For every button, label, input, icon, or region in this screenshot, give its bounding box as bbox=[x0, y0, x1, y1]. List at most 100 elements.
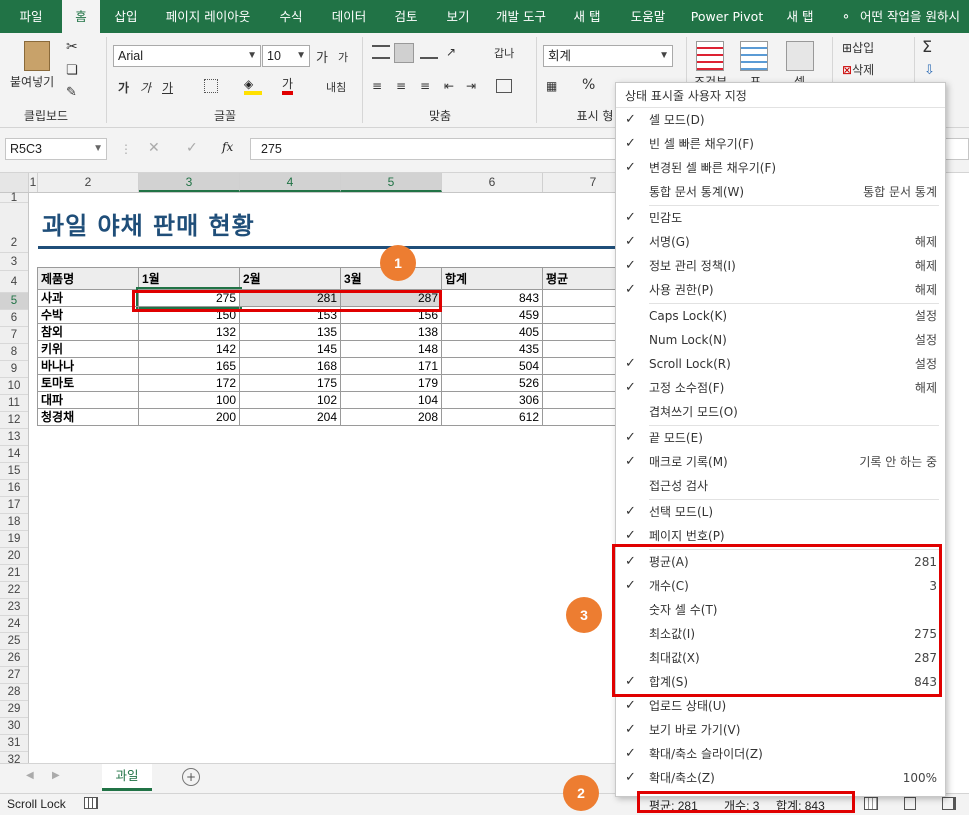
row-header[interactable]: 28 bbox=[0, 684, 28, 701]
font-size-box[interactable]: 10 ▼ bbox=[262, 45, 310, 67]
tell-me-box[interactable]: 어떤 작업을 원하시 bbox=[860, 0, 969, 33]
align-middle-icon[interactable] bbox=[394, 43, 414, 63]
format-painter-icon[interactable]: ✎ bbox=[66, 85, 77, 100]
scroll-left-icon[interactable]: ◀ bbox=[26, 770, 34, 781]
table-header-cell[interactable]: 평균 bbox=[542, 267, 615, 290]
grow-font-button[interactable]: 가 bbox=[316, 47, 328, 66]
table-cell[interactable]: 100 bbox=[138, 391, 240, 409]
menu-item[interactable]: Num Lock(N) 설정 bbox=[616, 328, 945, 352]
row-header[interactable]: 21 bbox=[0, 565, 28, 582]
format-table-icon[interactable] bbox=[740, 41, 768, 71]
font-name-box[interactable]: Arial ▼ bbox=[113, 45, 261, 67]
underline-button[interactable]: 가 bbox=[162, 79, 173, 96]
menu-item[interactable]: ✓ 서명(G) 해제 bbox=[616, 230, 945, 254]
table-cell[interactable]: 104 bbox=[340, 391, 442, 409]
column-header[interactable]: 6 bbox=[442, 173, 543, 192]
column-header[interactable]: 5 bbox=[341, 173, 442, 192]
row-header[interactable]: 29 bbox=[0, 701, 28, 718]
menu-item[interactable]: ✓ 변경된 셀 빠른 채우기(F) bbox=[616, 156, 945, 180]
row-header[interactable]: 13 bbox=[0, 429, 28, 446]
product-name-cell[interactable]: 사과 bbox=[37, 289, 139, 307]
chevron-down-icon[interactable]: ▼ bbox=[659, 46, 669, 66]
menu-item[interactable]: ✓ 끝 모드(E) bbox=[616, 426, 945, 450]
row-header[interactable]: 27 bbox=[0, 667, 28, 684]
table-cell[interactable]: 175 bbox=[239, 374, 341, 392]
normal-view-icon[interactable] bbox=[864, 797, 878, 810]
row-header[interactable]: 1 bbox=[0, 192, 28, 204]
insert-cells-button[interactable]: ⊞삽입 bbox=[842, 39, 874, 56]
autosum-icon[interactable]: Σ bbox=[922, 37, 932, 56]
align-center-icon[interactable]: ≡ bbox=[396, 79, 406, 93]
product-name-cell[interactable]: 토마토 bbox=[37, 374, 139, 392]
shrink-font-button[interactable]: 가 bbox=[338, 49, 348, 65]
row-header[interactable]: 24 bbox=[0, 616, 28, 633]
row-header[interactable]: 2 bbox=[0, 203, 28, 253]
table-cell[interactable]: 204 bbox=[239, 408, 341, 426]
increase-indent-icon[interactable]: ⇥ bbox=[466, 79, 476, 93]
tab-formulas[interactable]: 수식 bbox=[268, 0, 314, 33]
tab-data[interactable]: 데이터 bbox=[322, 0, 376, 33]
table-cell[interactable]: 504 bbox=[441, 357, 543, 375]
row-header[interactable]: 23 bbox=[0, 599, 28, 616]
table-cell[interactable]: 459 bbox=[441, 306, 543, 324]
table-cell[interactable]: 172 bbox=[138, 374, 240, 392]
row-header[interactable]: 17 bbox=[0, 497, 28, 514]
row-header[interactable]: 12 bbox=[0, 412, 28, 429]
table-header-cell[interactable]: 합계 bbox=[441, 267, 543, 290]
table-cell[interactable] bbox=[542, 289, 615, 307]
row-header[interactable]: 9 bbox=[0, 361, 28, 378]
decrease-indent-icon[interactable]: ⇤ bbox=[444, 79, 454, 93]
table-cell[interactable] bbox=[542, 357, 615, 375]
menu-item[interactable]: Caps Lock(K) 설정 bbox=[616, 304, 945, 328]
conditional-format-icon[interactable] bbox=[696, 41, 724, 71]
table-cell[interactable]: 526 bbox=[441, 374, 543, 392]
table-cell[interactable]: 135 bbox=[239, 323, 341, 341]
table-header-cell[interactable]: 제품명 bbox=[37, 267, 139, 290]
tab-new-tab[interactable]: 새 탭 bbox=[564, 0, 610, 33]
tab-review[interactable]: 검토 bbox=[384, 0, 428, 33]
cut-icon[interactable]: ✂ bbox=[66, 39, 78, 55]
enter-icon[interactable]: ✓ bbox=[186, 140, 198, 156]
worksheet-grid[interactable]: 과일 야채 판매 현황 제품명 1월 2월 3월 합계 평균 사과 275 281 287 843 수… bbox=[30, 193, 615, 763]
menu-item[interactable]: ✓ 정보 관리 정책(I) 해제 bbox=[616, 254, 945, 278]
menu-item[interactable]: ✓ 빈 셀 빠른 채우기(F) bbox=[616, 132, 945, 156]
table-cell[interactable]: 200 bbox=[138, 408, 240, 426]
table-cell[interactable] bbox=[542, 340, 615, 358]
table-cell[interactable]: 145 bbox=[239, 340, 341, 358]
select-all-corner[interactable] bbox=[0, 173, 29, 192]
table-cell[interactable]: 165 bbox=[138, 357, 240, 375]
product-name-cell[interactable]: 대파 bbox=[37, 391, 139, 409]
row-header[interactable]: 5 bbox=[0, 293, 28, 310]
tab-view[interactable]: 보기 bbox=[436, 0, 480, 33]
table-cell[interactable]: 102 bbox=[239, 391, 341, 409]
row-header[interactable]: 26 bbox=[0, 650, 28, 667]
table-cell[interactable]: 405 bbox=[441, 323, 543, 341]
product-name-cell[interactable]: 참외 bbox=[37, 323, 139, 341]
row-header[interactable]: 4 bbox=[0, 271, 28, 293]
row-header[interactable]: 11 bbox=[0, 395, 28, 412]
column-header[interactable]: 4 bbox=[240, 173, 341, 192]
row-header[interactable]: 30 bbox=[0, 718, 28, 735]
row-header[interactable]: 15 bbox=[0, 463, 28, 480]
table-cell[interactable] bbox=[542, 374, 615, 392]
bold-button[interactable]: 가 bbox=[118, 79, 129, 96]
row-header[interactable]: 14 bbox=[0, 446, 28, 463]
wrap-text-button[interactable]: 갑나 bbox=[494, 45, 514, 61]
menu-item[interactable]: ✓ 선택 모드(L) bbox=[616, 500, 945, 524]
tab-new-tab-2[interactable]: 새 탭 bbox=[778, 0, 822, 33]
page-break-view-icon[interactable] bbox=[942, 797, 956, 810]
row-header[interactable]: 18 bbox=[0, 514, 28, 531]
menu-item[interactable]: 접근성 검사 bbox=[616, 474, 945, 498]
product-name-cell[interactable]: 바나나 bbox=[37, 357, 139, 375]
table-cell[interactable]: 612 bbox=[441, 408, 543, 426]
paste-button[interactable]: 붙여넣기 bbox=[10, 73, 54, 90]
align-top-icon[interactable] bbox=[372, 45, 390, 59]
table-cell[interactable]: 132 bbox=[138, 323, 240, 341]
product-name-cell[interactable]: 키위 bbox=[37, 340, 139, 358]
macro-record-icon[interactable] bbox=[84, 797, 98, 809]
menu-item[interactable]: ✓ 보기 바로 가기(V) bbox=[616, 718, 945, 742]
tab-power-pivot[interactable]: Power Pivot bbox=[684, 0, 770, 33]
column-header[interactable]: 3 bbox=[139, 173, 240, 192]
tab-file[interactable]: 파일 bbox=[8, 0, 54, 33]
tab-insert[interactable]: 삽입 bbox=[104, 0, 148, 33]
